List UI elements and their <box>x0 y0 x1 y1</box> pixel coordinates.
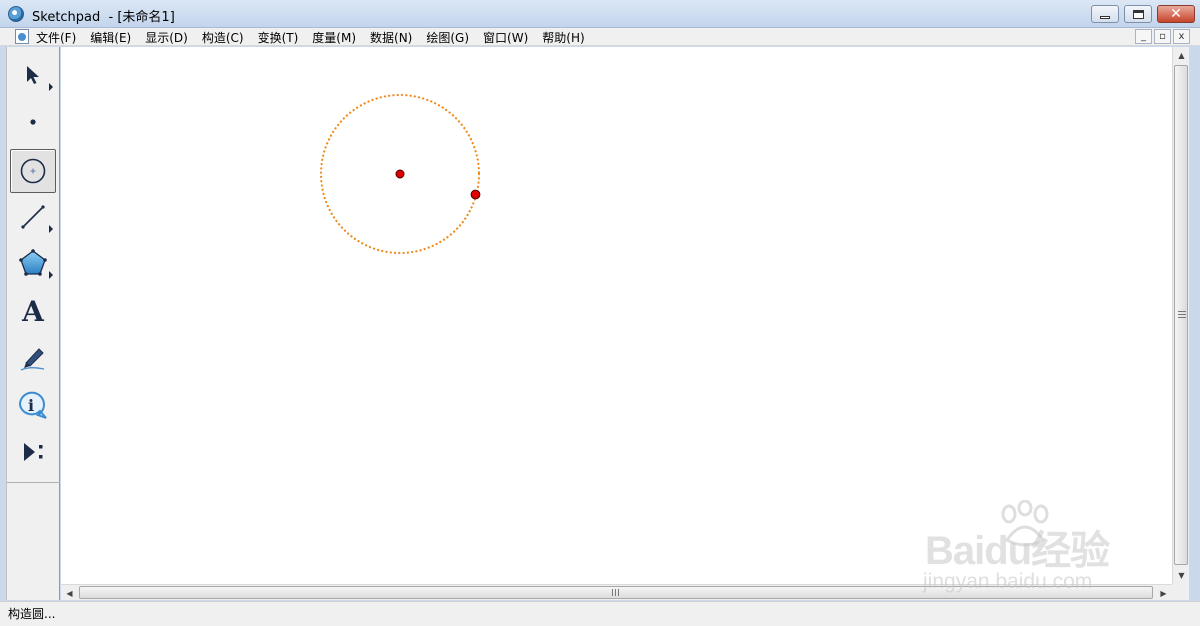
arrow-select-icon <box>27 66 39 84</box>
marker-pen-icon <box>20 348 45 371</box>
doc-restore-button[interactable]: ▫ <box>1154 29 1171 44</box>
horizontal-scroll-thumb[interactable] <box>79 586 1153 599</box>
marker-tool[interactable] <box>10 336 56 380</box>
status-text: 构造圆... <box>8 607 56 621</box>
circle-center-point[interactable] <box>395 169 405 179</box>
menu-display[interactable]: 显示(D) <box>145 29 188 46</box>
menu-file[interactable]: 文件(F) <box>36 29 76 46</box>
custom-tools-icon <box>24 443 43 461</box>
maximize-button[interactable] <box>1124 5 1152 23</box>
title-bar: Sketchpad - [未命名1] ✕ <box>0 0 1200 28</box>
doc-close-button[interactable]: x <box>1173 29 1190 44</box>
menu-items: 文件(F) 编辑(E) 显示(D) 构造(C) 变换(T) 度量(M) 数据(N… <box>36 29 599 46</box>
info-tool[interactable]: i <box>10 383 56 427</box>
document-icon[interactable] <box>15 29 29 44</box>
scroll-up-arrow-icon[interactable]: ▲ <box>1173 47 1190 64</box>
sketch-canvas[interactable] <box>61 47 1172 584</box>
menu-help[interactable]: 帮助(H) <box>542 29 584 46</box>
polygon-icon <box>19 249 47 276</box>
menu-edit[interactable]: 编辑(E) <box>90 29 131 46</box>
sketch-drawing <box>319 93 481 255</box>
point-tool[interactable] <box>10 100 56 144</box>
info-letter: i <box>28 396 34 415</box>
scroll-right-arrow-icon[interactable]: ▶ <box>1155 585 1172 601</box>
window-title: Sketchpad - [未命名1] <box>32 10 175 25</box>
tool-palette: A i <box>6 47 60 600</box>
segment-icon <box>21 205 45 229</box>
scroll-corner <box>1172 584 1189 600</box>
menu-transform[interactable]: 变换(T) <box>258 29 299 46</box>
minimize-icon <box>1100 15 1110 19</box>
menu-data[interactable]: 数据(N) <box>370 29 412 46</box>
menu-bar: 文件(F) 编辑(E) 显示(D) 构造(C) 变换(T) 度量(M) 数据(N… <box>0 28 1200 46</box>
horizontal-scrollbar[interactable]: ◀ ▶ <box>61 584 1172 600</box>
menu-construct[interactable]: 构造(C) <box>202 29 244 46</box>
window-frame-right <box>1189 47 1200 602</box>
circle-icon <box>20 158 46 184</box>
compass-tool[interactable] <box>10 149 56 193</box>
maximize-icon <box>1132 9 1144 19</box>
toolbox-divider <box>7 482 60 483</box>
custom-tool[interactable] <box>10 430 56 474</box>
doc-minimize-button[interactable]: _ <box>1135 29 1152 44</box>
submenu-arrow-icon <box>49 225 53 233</box>
text-tool[interactable]: A <box>10 289 56 333</box>
grip-icon <box>1178 311 1186 318</box>
submenu-arrow-icon <box>49 271 53 279</box>
vertical-scroll-thumb[interactable] <box>1174 65 1188 565</box>
circle-radius-point[interactable] <box>470 189 481 200</box>
status-bar: 构造圆... <box>0 601 1200 626</box>
point-icon <box>30 119 36 125</box>
polygon-tool[interactable] <box>10 241 56 285</box>
text-icon: A <box>22 294 44 328</box>
sketchpad-app-icon[interactable] <box>8 6 24 22</box>
scroll-left-arrow-icon[interactable]: ◀ <box>61 585 78 601</box>
vertical-scrollbar[interactable]: ▲ ▼ <box>1172 47 1189 584</box>
close-icon: ✕ <box>1170 6 1182 22</box>
grip-icon <box>612 589 619 596</box>
scroll-down-arrow-icon[interactable]: ▼ <box>1173 567 1190 584</box>
info-icon: i <box>18 391 47 419</box>
menu-window[interactable]: 窗口(W) <box>483 29 528 46</box>
straightedge-tool[interactable] <box>10 195 56 239</box>
close-button[interactable]: ✕ <box>1157 5 1195 23</box>
arrow-tool[interactable] <box>10 53 56 97</box>
minimize-button[interactable] <box>1091 5 1119 23</box>
menu-measure[interactable]: 度量(M) <box>312 29 356 46</box>
menu-graph[interactable]: 绘图(G) <box>426 29 469 46</box>
submenu-arrow-icon <box>49 83 53 91</box>
